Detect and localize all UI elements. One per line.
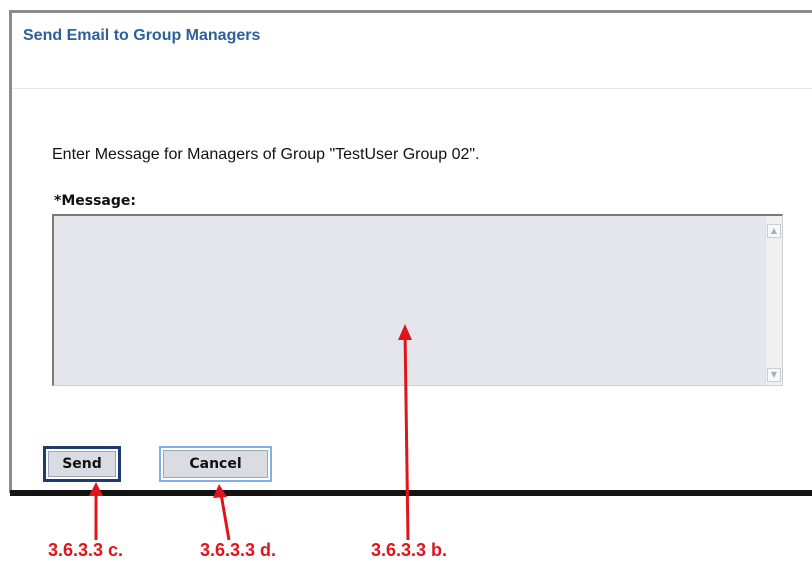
message-callout-label: 3.6.3.3 b. [371,540,448,560]
send-callout-label: 3.6.3.3 c. [48,540,124,560]
message-scrollbar[interactable]: ▲ ▼ [765,216,782,385]
cancel-callout-label: 3.6.3.3 d. [200,540,277,560]
dialog-title: Send Email to Group Managers [23,27,261,44]
scroll-down-arrow-icon[interactable]: ▼ [767,368,781,382]
message-label: *Message: [54,193,136,209]
send-button[interactable]: Send [43,446,121,482]
message-textarea[interactable] [54,216,765,385]
dialog-bottom-border [10,490,812,496]
screenshot-stage: Send Email to Group Managers Enter Messa… [0,0,812,576]
message-textarea-container: ▲ ▼ [52,214,783,386]
title-divider [12,88,812,89]
cancel-button[interactable]: Cancel [159,446,272,482]
scroll-up-arrow-icon[interactable]: ▲ [767,224,781,238]
instruction-text: Enter Message for Managers of Group "Tes… [52,146,480,163]
